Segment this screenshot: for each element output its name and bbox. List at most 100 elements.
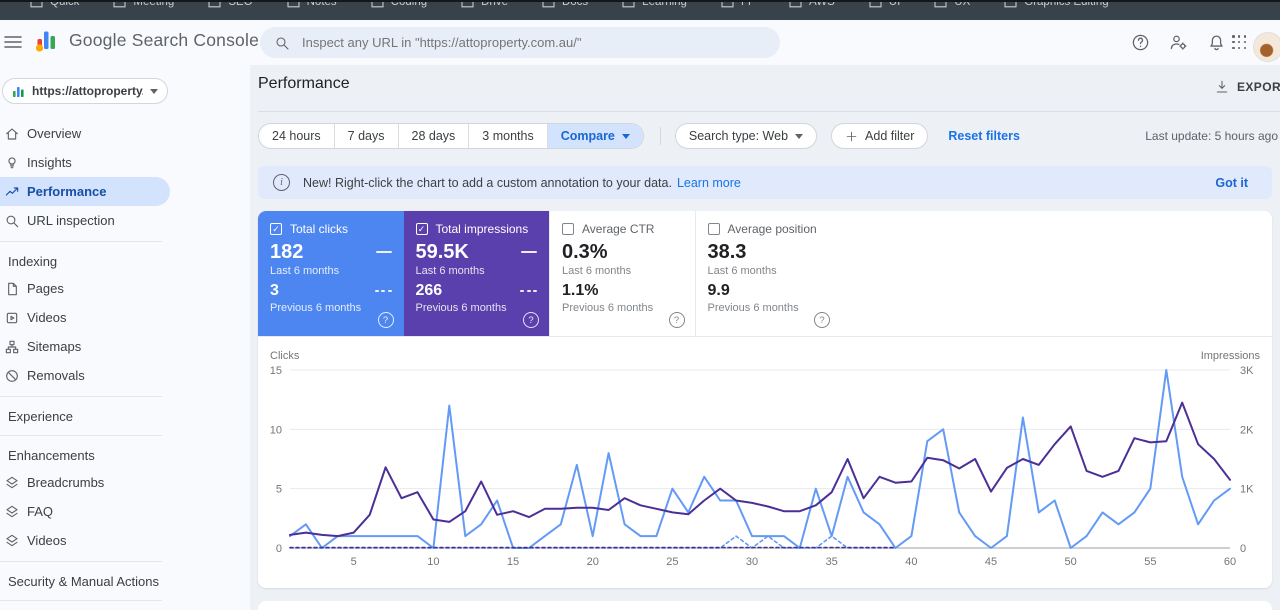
- svg-text:30: 30: [746, 556, 758, 568]
- svg-text:2K: 2K: [1240, 424, 1254, 436]
- got-it-button[interactable]: Got it: [1215, 176, 1248, 190]
- sidebar-item-overview[interactable]: Overview: [0, 119, 170, 148]
- performance-chart[interactable]: 0 0 5 1K 10 2K 15 3K 5 10 15 20 25 30 35 40 45 50 55 60: [258, 345, 1272, 583]
- divider: [0, 241, 162, 242]
- url-inspect-input[interactable]: [300, 34, 744, 51]
- divider: [0, 435, 162, 436]
- help-icon[interactable]: [814, 312, 830, 328]
- metric-checkbox-unchecked[interactable]: [562, 223, 574, 235]
- search-icon: [276, 36, 289, 50]
- metric-checkbox-unchecked[interactable]: [707, 223, 720, 235]
- sidebar-section-enhancements: Enhancements: [8, 447, 95, 463]
- bookmark-item[interactable]: FF: [721, 0, 755, 8]
- dashed-line-legend-icon: [520, 289, 537, 293]
- product-logo[interactable]: Google Search Console: [34, 28, 259, 53]
- svg-text:0: 0: [1240, 543, 1246, 555]
- property-selector[interactable]: https://attoproperty.co...: [2, 78, 168, 104]
- export-button[interactable]: EXPORT: [1214, 79, 1280, 95]
- page-title: Performance: [258, 75, 350, 92]
- property-icon: [13, 86, 24, 97]
- chevron-down-icon: [150, 88, 158, 94]
- compare-button[interactable]: Compare: [546, 124, 643, 148]
- divider: [0, 396, 162, 397]
- sidebar-item-videos-enhancements[interactable]: Videos: [0, 526, 170, 555]
- layers-icon: [6, 505, 18, 517]
- plus-icon: [846, 131, 857, 141]
- product-name: Google Search Console: [69, 30, 260, 50]
- bookmark-item[interactable]: Quick: [30, 0, 79, 8]
- banner-text: New! Right-click the chart to add a cust…: [303, 175, 672, 190]
- date-range-7-days[interactable]: 7 days: [333, 124, 398, 148]
- notifications-bell-icon[interactable]: [1207, 33, 1226, 52]
- filter-bar: 24 hours 7 days 28 days 3 months Compare…: [258, 123, 1278, 149]
- add-filter-button[interactable]: Add filter: [831, 123, 929, 149]
- date-range-24-hours[interactable]: 24 hours: [259, 124, 334, 148]
- folder-icon: [30, 0, 43, 7]
- divider: [0, 600, 162, 601]
- bookmark-item[interactable]: Drive: [461, 0, 508, 8]
- help-icon[interactable]: [668, 312, 685, 328]
- sidebar-item-faq[interactable]: FAQ: [0, 497, 170, 526]
- solid-line-legend-icon: [521, 250, 537, 254]
- google-apps-grid-icon[interactable]: [1232, 35, 1247, 50]
- learn-more-link[interactable]: Learn more: [677, 176, 741, 190]
- url-inspect-search-box[interactable]: [260, 27, 780, 58]
- svg-text:60: 60: [1224, 556, 1236, 568]
- sidebar-item-performance[interactable]: Performance: [0, 177, 170, 206]
- hamburger-menu-icon[interactable]: [4, 35, 24, 49]
- help-icon[interactable]: [1131, 33, 1150, 52]
- sidebar-item-url-inspection[interactable]: URL inspection: [0, 206, 170, 235]
- help-icon[interactable]: [377, 312, 394, 328]
- tile-filler: [840, 211, 1272, 336]
- metric-checkbox-checked[interactable]: ✓: [415, 223, 428, 235]
- folder-icon: [461, 0, 474, 7]
- account-settings-icon[interactable]: [1169, 33, 1188, 52]
- tile-average-ctr[interactable]: Average CTR 0.3% Last 6 months 1.1% Prev…: [549, 211, 695, 336]
- bookmarks-bar-items: Quick Meeting SEO Notes Coding Drive Docs Learn…: [0, 0, 1280, 8]
- svg-text:10: 10: [427, 556, 439, 568]
- tile-total-impressions[interactable]: ✓ Total impressions 59.5K Last 6 months …: [403, 211, 549, 336]
- bookmark-item[interactable]: Learning: [622, 0, 687, 8]
- bookmark-item[interactable]: UI: [869, 0, 900, 8]
- svg-text:5: 5: [351, 556, 357, 568]
- sitemap-icon: [5, 340, 19, 353]
- svg-text:15: 15: [270, 365, 282, 377]
- sidebar-section-security: Security & Manual Actions: [8, 573, 160, 589]
- avatar[interactable]: [1253, 32, 1280, 62]
- metric-checkbox-checked[interactable]: ✓: [270, 223, 282, 235]
- sidebar-item-sitemaps[interactable]: Sitemaps: [0, 332, 170, 361]
- bookmark-item[interactable]: Meeting: [113, 0, 174, 8]
- folder-icon: [542, 0, 555, 7]
- bookmark-item[interactable]: Coding: [371, 0, 427, 8]
- folder-icon: [869, 0, 882, 7]
- bookmark-item[interactable]: SEO: [208, 0, 253, 8]
- bookmark-item[interactable]: Graphics Editing: [1004, 0, 1109, 8]
- date-range-3-months[interactable]: 3 months: [468, 124, 546, 148]
- bookmark-item[interactable]: Notes: [287, 0, 337, 8]
- chevron-down-icon: [795, 133, 804, 139]
- sidebar-item-insights[interactable]: Insights: [0, 148, 170, 177]
- bookmark-item[interactable]: Docs: [542, 0, 588, 8]
- date-range-28-days[interactable]: 28 days: [397, 124, 469, 148]
- download-icon: [1216, 80, 1228, 93]
- sidebar-item-breadcrumbs[interactable]: Breadcrumbs: [0, 468, 170, 497]
- svg-text:50: 50: [1065, 556, 1077, 568]
- divider: [258, 111, 1280, 112]
- tile-total-clicks[interactable]: ✓ Total clicks 182 Last 6 months 3 Previ…: [258, 211, 404, 336]
- folder-icon: [721, 0, 734, 7]
- sidebar-item-removals[interactable]: Removals: [0, 361, 170, 390]
- tile-average-position[interactable]: Average position 38.3 Last 6 months 9.9 …: [694, 211, 841, 336]
- search-type-filter[interactable]: Search type: Web: [674, 123, 818, 149]
- svg-text:1K: 1K: [1240, 484, 1254, 496]
- folder-icon: [371, 0, 384, 7]
- help-icon[interactable]: [523, 312, 539, 328]
- sidebar-item-pages[interactable]: Pages: [0, 274, 170, 303]
- bookmark-item[interactable]: AWS: [789, 0, 835, 8]
- sidebar: https://attoproperty.co... Overview Insi…: [0, 65, 250, 610]
- annotation-banner: New! Right-click the chart to add a cust…: [258, 166, 1272, 199]
- sidebar-item-videos-indexing[interactable]: Videos: [0, 303, 170, 332]
- bookmark-item[interactable]: UX: [934, 0, 970, 8]
- folder-icon: [622, 0, 635, 7]
- svg-text:20: 20: [587, 556, 599, 568]
- reset-filters-button[interactable]: Reset filters: [948, 129, 1020, 143]
